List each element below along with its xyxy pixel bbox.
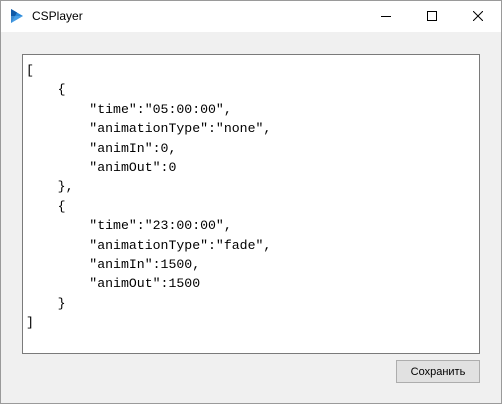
- close-icon: [472, 8, 484, 26]
- maximize-button[interactable]: [409, 1, 455, 32]
- save-button[interactable]: Сохранить: [396, 360, 480, 383]
- app-window: CSPlayer [{"time":"05:00:00", "animati…: [0, 0, 502, 404]
- minimize-icon: [381, 8, 391, 26]
- title-bar[interactable]: CSPlayer: [1, 1, 501, 32]
- maximize-icon: [427, 8, 437, 26]
- close-button[interactable]: [455, 1, 501, 32]
- minimize-button[interactable]: [363, 1, 409, 32]
- json-editor-text[interactable]: [ { "time":"05:00:00", "animationType":"…: [23, 55, 479, 333]
- csplayer-play-icon: [10, 9, 24, 23]
- client-area: [ { "time":"05:00:00", "animationType":"…: [1, 32, 501, 403]
- window-title: CSPlayer: [32, 9, 83, 23]
- json-editor[interactable]: [ { "time":"05:00:00", "animationType":"…: [22, 54, 480, 354]
